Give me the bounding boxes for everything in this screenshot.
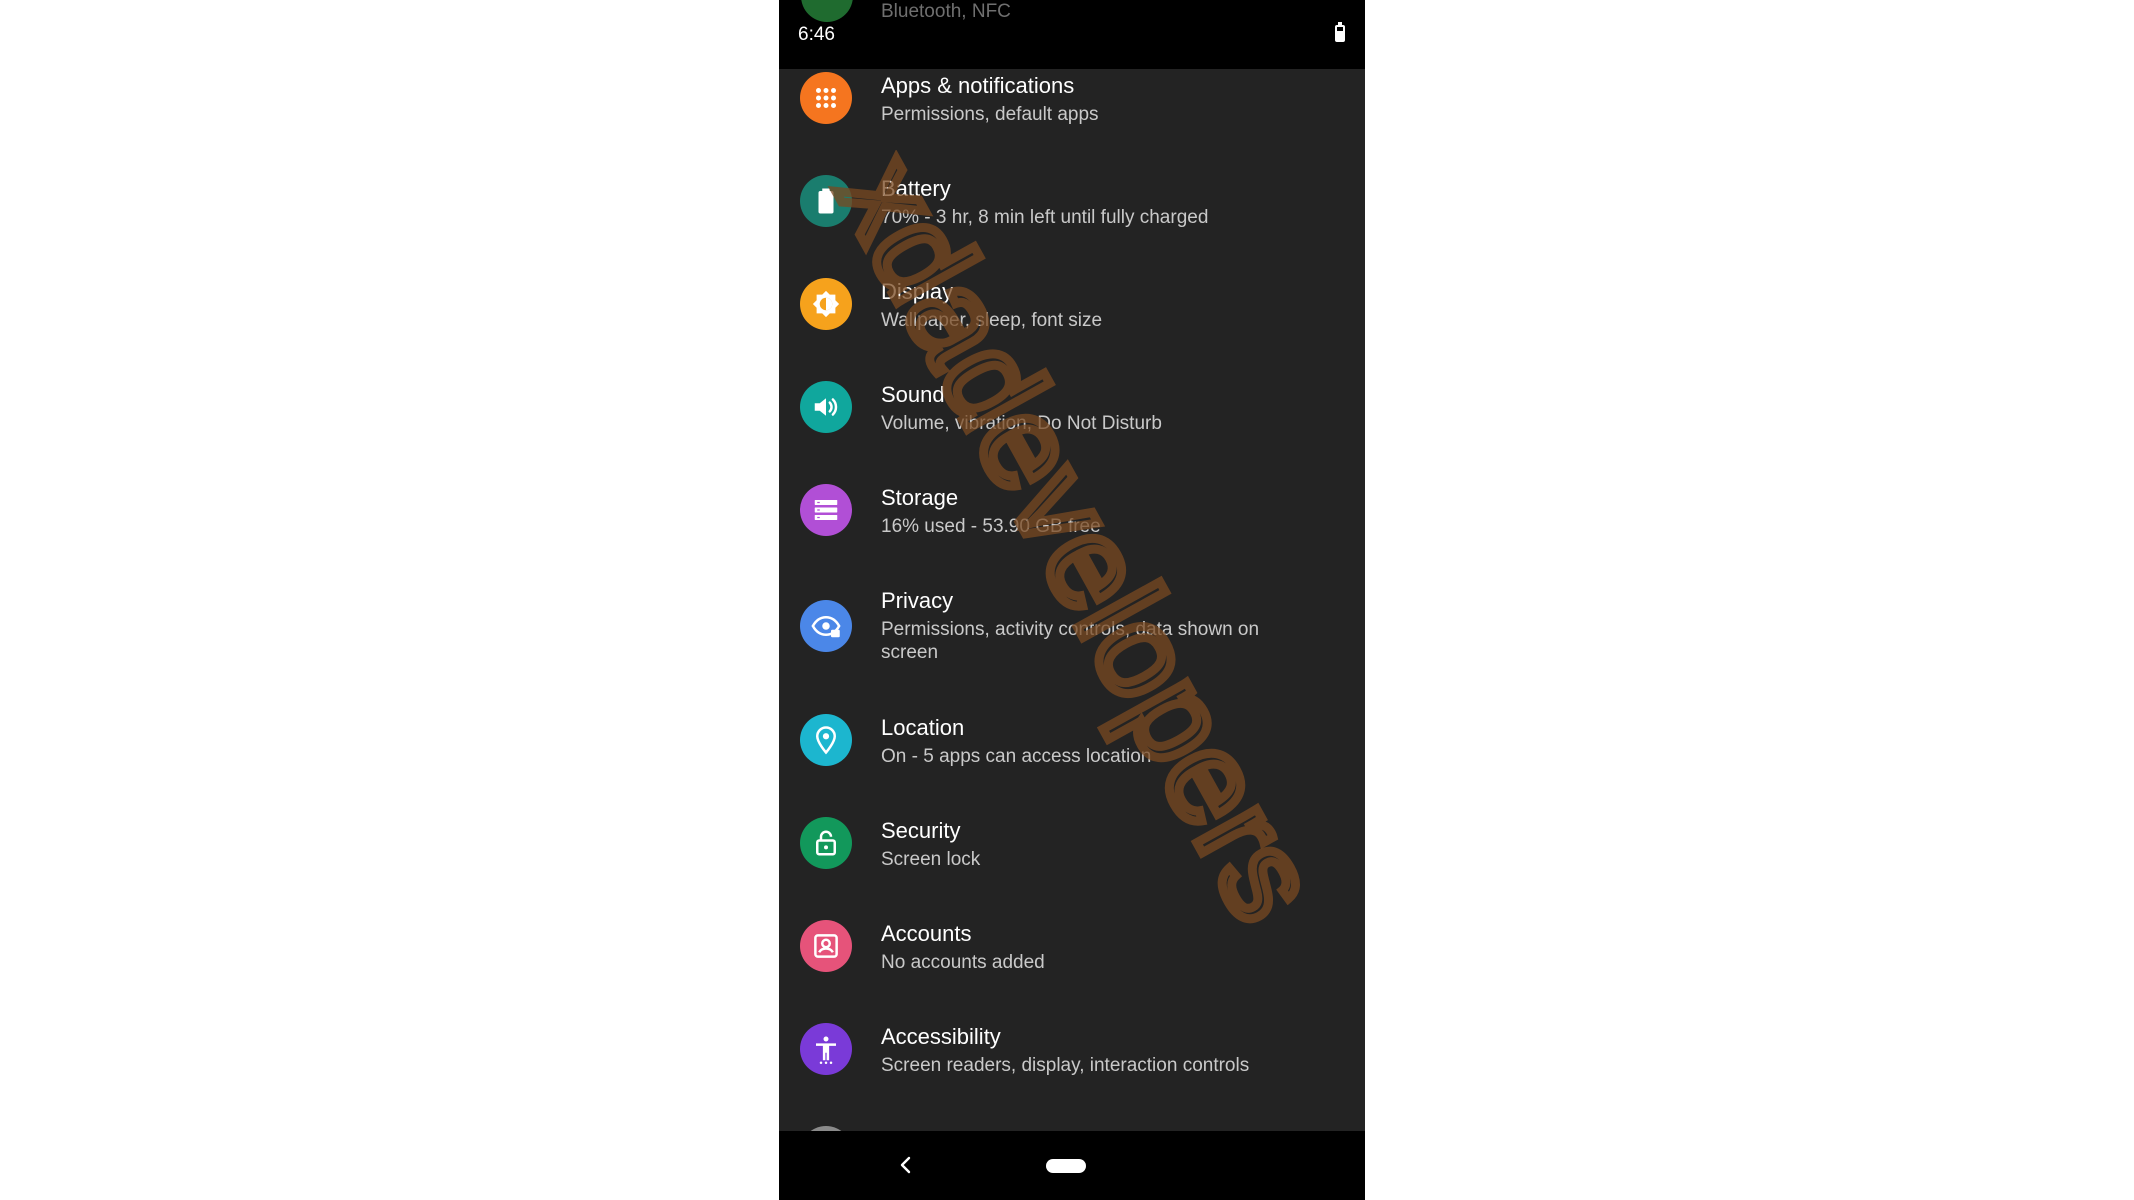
connected-devices-icon [801, 0, 853, 22]
item-title: Sound [881, 382, 945, 407]
settings-item-privacy[interactable]: Privacy Permissions, activity controls, … [779, 570, 1365, 682]
privacy-eye-icon [800, 600, 852, 652]
item-subtitle: Volume, vibration, Do Not Disturb [881, 413, 1162, 434]
accessibility-icon [800, 1023, 852, 1075]
item-title: Security [881, 818, 961, 843]
item-title: Privacy [881, 588, 954, 613]
brightness-icon [800, 278, 852, 330]
storage-icon [800, 484, 852, 536]
item-subtitle: Bluetooth, NFC [881, 1, 1011, 22]
account-icon [800, 920, 852, 972]
item-subtitle: 70% - 3 hr, 8 min left until fully charg… [881, 207, 1209, 228]
settings-item-peek[interactable]: Bluetooth, NFC [779, 0, 1365, 30]
volume-icon [800, 381, 852, 433]
status-time: 6:46 [798, 24, 835, 45]
item-subtitle: Permissions, activity controls, data sho… [881, 619, 1260, 663]
apps-grid-icon [800, 72, 852, 124]
battery-charging-icon [1335, 22, 1345, 42]
location-pin-icon [800, 714, 852, 766]
chevron-left-icon [900, 1156, 911, 1174]
settings-item-accessibility[interactable]: Accessibility Screen readers, display, i… [779, 1006, 1365, 1096]
item-subtitle: Screen readers, display, interaction con… [881, 1055, 1250, 1076]
item-subtitle: 16% used - 53.90 GB free [881, 516, 1101, 537]
settings-list[interactable]: Apps & notifications Permissions, defaul… [779, 0, 1365, 1178]
battery-icon [800, 175, 852, 227]
item-subtitle: Screen lock [881, 849, 981, 870]
home-pill-button[interactable] [1046, 1159, 1086, 1173]
item-subtitle: Permissions, default apps [881, 104, 1099, 125]
item-title: Apps & notifications [881, 73, 1075, 98]
settings-item-accounts[interactable]: Accounts No accounts added [779, 903, 1365, 993]
settings-item-sound[interactable]: Sound Volume, vibration, Do Not Disturb [779, 364, 1365, 454]
settings-item-battery[interactable]: Battery 70% - 3 hr, 8 min left until ful… [779, 158, 1365, 248]
item-subtitle: Wallpaper, sleep, font size [881, 310, 1103, 331]
item-title: Location [881, 715, 965, 740]
settings-item-security[interactable]: Security Screen lock [779, 800, 1365, 890]
item-title: Display [881, 279, 954, 304]
settings-item-location[interactable]: Location On - 5 apps can access location [779, 697, 1365, 787]
item-title: Accessibility [881, 1024, 1001, 1049]
status-bar: Bluetooth, NFC 6:46 [779, 0, 1365, 69]
settings-item-storage[interactable]: Storage 16% used - 53.90 GB free [779, 467, 1365, 557]
phone-screen: Apps & notifications Permissions, defaul… [779, 0, 1365, 1200]
item-title: Accounts [881, 921, 972, 946]
item-subtitle: On - 5 apps can access location [881, 746, 1152, 767]
lock-icon [800, 817, 852, 869]
settings-item-display[interactable]: Display Wallpaper, sleep, font size [779, 261, 1365, 351]
item-title: Battery [881, 176, 951, 201]
navigation-bar [779, 1131, 1365, 1200]
item-subtitle: No accounts added [881, 952, 1045, 973]
back-button[interactable] [888, 1147, 924, 1183]
item-title: Storage [881, 485, 959, 510]
